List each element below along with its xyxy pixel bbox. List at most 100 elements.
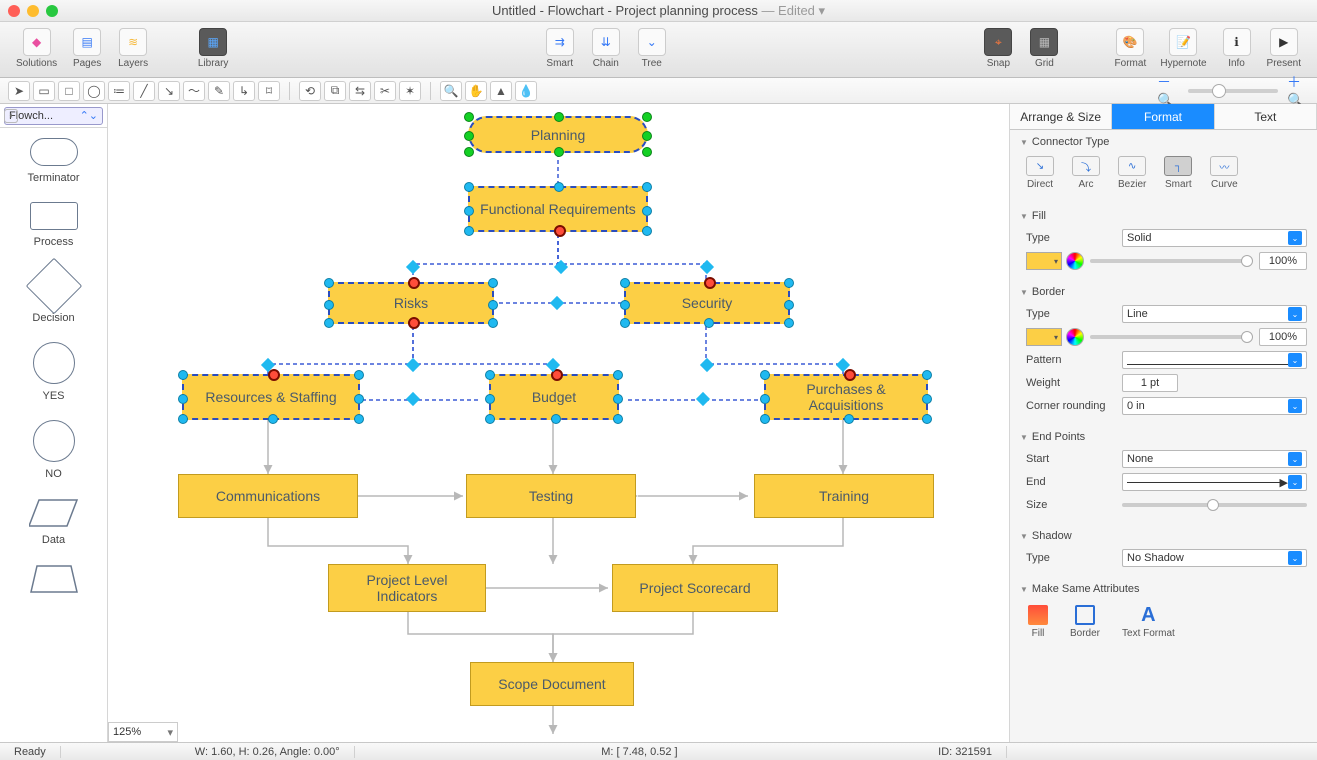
fill-opacity-slider[interactable] xyxy=(1090,259,1253,263)
zoom-field[interactable]: 125%▾ xyxy=(108,722,178,742)
corner-select[interactable]: 0 in⌄ xyxy=(1122,397,1307,415)
stamp-tool[interactable]: ▲ xyxy=(490,81,512,101)
library-button[interactable]: ▦Library xyxy=(191,26,235,71)
border-opacity-field[interactable]: 100% xyxy=(1259,328,1307,346)
connector-arc[interactable]: ⤵Arc xyxy=(1072,156,1100,190)
pan-tool[interactable]: ✋ xyxy=(465,81,487,101)
canvas[interactable]: Planning Functional Requirements Risks S… xyxy=(108,104,1009,742)
grid-button[interactable]: ▦Grid xyxy=(1022,26,1066,71)
make-same-title: Make Same Attributes xyxy=(1020,583,1307,595)
process-shape[interactable] xyxy=(30,202,78,230)
tab-text[interactable]: Text xyxy=(1215,104,1317,129)
pages-button[interactable]: ▤Pages xyxy=(65,26,109,71)
pen-tool[interactable]: ✎ xyxy=(208,81,230,101)
break-tool[interactable]: ✂ xyxy=(374,81,396,101)
shadow-type-label: Type xyxy=(1020,552,1116,564)
format-button[interactable]: 🎨Format xyxy=(1108,26,1152,71)
yes-shape[interactable] xyxy=(33,342,75,384)
group-tool[interactable]: ⧉ xyxy=(324,81,346,101)
chain-button[interactable]: ⇊Chain xyxy=(584,26,628,71)
zoom-in-button[interactable]: ＋🔍 xyxy=(1287,81,1309,101)
zoom-tool[interactable]: 🔍 xyxy=(440,81,462,101)
rect-shape-tool[interactable]: □ xyxy=(58,81,80,101)
pattern-select[interactable]: ⌄ xyxy=(1122,351,1307,369)
make-same-border[interactable]: Border xyxy=(1070,605,1100,639)
border-opacity-slider[interactable] xyxy=(1090,335,1253,339)
data-shape[interactable] xyxy=(29,498,79,528)
edit-nodes-tool[interactable]: ⟲ xyxy=(299,81,321,101)
node-planning[interactable]: Planning xyxy=(468,116,648,153)
status-ready: Ready xyxy=(0,746,61,758)
sidebar-forward-button[interactable]: › xyxy=(4,109,18,123)
crop-tool[interactable]: ⌑ xyxy=(258,81,280,101)
bezier-icon: ∿ xyxy=(1128,161,1136,172)
make-same-fill[interactable]: Fill xyxy=(1028,605,1048,639)
ellipse-tool[interactable]: ◯ xyxy=(83,81,105,101)
connector-bezier[interactable]: ∿Bezier xyxy=(1118,156,1146,190)
eyedropper-tool[interactable]: 💧 xyxy=(515,81,537,101)
terminator-shape[interactable] xyxy=(30,138,78,166)
zoom-out-button[interactable]: －🔍 xyxy=(1157,81,1179,101)
line-tool[interactable]: ╱ xyxy=(133,81,155,101)
smart-button[interactable]: ⇉Smart xyxy=(538,26,582,71)
border-color-swatch[interactable] xyxy=(1026,328,1062,346)
connector-direct[interactable]: ↘Direct xyxy=(1026,156,1054,190)
select-rect-tool[interactable]: ▭ xyxy=(33,81,55,101)
join-tool[interactable]: ✶ xyxy=(399,81,421,101)
status-bar: Ready W: 1.60, H: 0.26, Angle: 0.00° M: … xyxy=(0,742,1317,760)
fill-title: Fill xyxy=(1020,210,1307,222)
library-selector[interactable]: Flowch...⌃⌄ xyxy=(4,107,103,125)
library-icon: ▦ xyxy=(207,35,218,49)
solutions-button[interactable]: ◆Solutions xyxy=(10,26,63,71)
trapezoid-shape[interactable] xyxy=(29,564,79,594)
start-select[interactable]: None⌄ xyxy=(1122,450,1307,468)
secondary-toolbar: ➤ ▭ □ ◯ ≔ ╱ ↘ 〜 ✎ ↳ ⌑ ⟲ ⧉ ⇆ ✂ ✶ 🔍 ✋ ▲ 💧 … xyxy=(0,78,1317,104)
fill-type-select[interactable]: Solid⌄ xyxy=(1122,229,1307,247)
title-text: Untitled - Flowchart - Project planning … xyxy=(492,3,758,18)
node-scope[interactable]: Scope Document xyxy=(470,662,634,706)
shadow-select[interactable]: No Shadow⌄ xyxy=(1122,549,1307,567)
pointer-tool[interactable]: ➤ xyxy=(8,81,30,101)
no-shape[interactable] xyxy=(33,420,75,462)
fill-color-swatch[interactable] xyxy=(1026,252,1062,270)
node-training[interactable]: Training xyxy=(754,474,934,518)
zoom-slider[interactable] xyxy=(1188,89,1278,93)
tab-arrange[interactable]: Arrange & Size xyxy=(1010,104,1112,129)
size-slider[interactable] xyxy=(1122,503,1307,507)
connector-curve[interactable]: 〰Curve xyxy=(1210,156,1238,190)
border-color-wheel[interactable] xyxy=(1066,328,1084,346)
layers-button[interactable]: ≋Layers xyxy=(111,26,155,71)
node-security[interactable]: Security xyxy=(624,282,790,324)
present-button[interactable]: ▶Present xyxy=(1261,26,1307,71)
node-scorecard[interactable]: Project Scorecard xyxy=(612,564,778,612)
end-select[interactable]: ▶⌄ xyxy=(1122,473,1307,491)
section-fill: Fill TypeSolid⌄ 100% xyxy=(1010,204,1317,280)
connector-tool[interactable]: ↳ xyxy=(233,81,255,101)
decision-shape[interactable] xyxy=(25,258,82,315)
node-functional[interactable]: Functional Requirements xyxy=(468,186,648,232)
align-tool[interactable]: ⇆ xyxy=(349,81,371,101)
fill-opacity-field[interactable]: 100% xyxy=(1259,252,1307,270)
arrow-tool[interactable]: ↘ xyxy=(158,81,180,101)
snap-button[interactable]: ⌖Snap xyxy=(976,26,1020,71)
hypernote-button[interactable]: 📝Hypernote xyxy=(1154,26,1212,71)
smart-icon: ⇉ xyxy=(555,35,565,49)
node-resources[interactable]: Resources & Staffing xyxy=(182,374,360,420)
weight-field[interactable]: 1 pt xyxy=(1122,374,1178,392)
node-testing[interactable]: Testing xyxy=(466,474,636,518)
tab-format[interactable]: Format xyxy=(1112,104,1214,129)
text-tool[interactable]: ≔ xyxy=(108,81,130,101)
connector-smart[interactable]: ┐Smart xyxy=(1164,156,1192,190)
tree-button[interactable]: ⌄Tree xyxy=(630,26,674,71)
node-budget[interactable]: Budget xyxy=(489,374,619,420)
info-button[interactable]: ℹInfo xyxy=(1215,26,1259,71)
node-purchases[interactable]: Purchases & Acquisitions xyxy=(764,374,928,420)
node-risks[interactable]: Risks xyxy=(328,282,494,324)
present-icon: ▶ xyxy=(1279,35,1288,49)
node-communications[interactable]: Communications xyxy=(178,474,358,518)
border-type-select[interactable]: Line⌄ xyxy=(1122,305,1307,323)
spline-tool[interactable]: 〜 xyxy=(183,81,205,101)
node-indicators[interactable]: Project Level Indicators xyxy=(328,564,486,612)
make-same-text[interactable]: AText Format xyxy=(1122,605,1175,639)
fill-color-wheel[interactable] xyxy=(1066,252,1084,270)
